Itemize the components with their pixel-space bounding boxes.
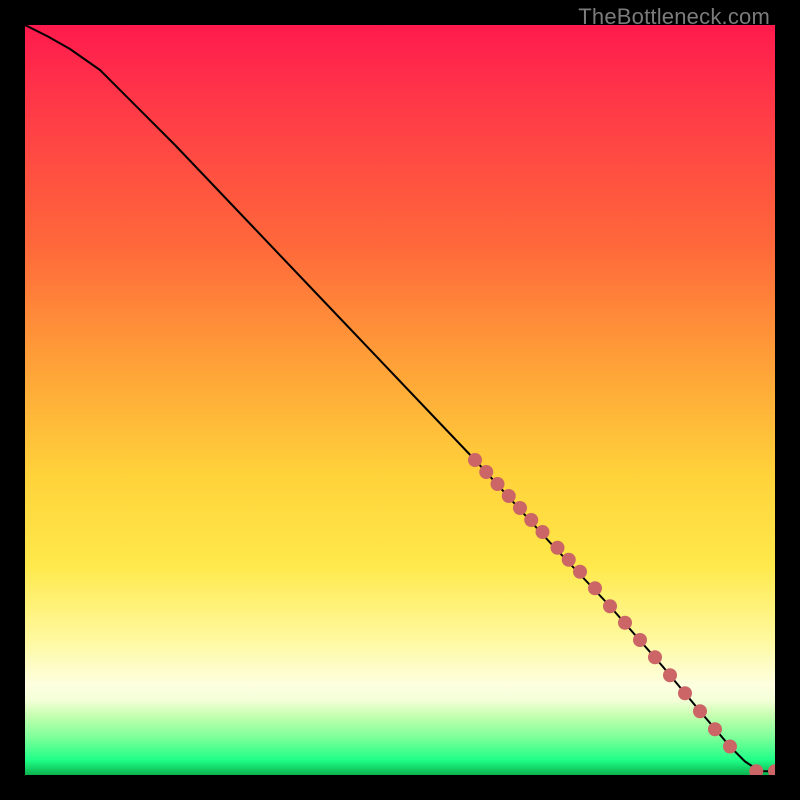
plot-area	[25, 25, 775, 775]
data-points-group	[468, 453, 775, 775]
data-point	[468, 453, 482, 467]
data-point	[723, 740, 737, 754]
data-point	[648, 650, 662, 664]
data-point	[491, 477, 505, 491]
data-point	[502, 489, 516, 503]
data-point	[633, 633, 647, 647]
data-point	[693, 704, 707, 718]
data-point	[551, 541, 565, 555]
data-point	[708, 722, 722, 736]
chart-frame: TheBottleneck.com	[0, 0, 800, 800]
data-point	[603, 599, 617, 613]
data-point	[678, 686, 692, 700]
data-point	[573, 565, 587, 579]
data-point	[618, 616, 632, 630]
chart-svg	[25, 25, 775, 775]
data-point	[479, 465, 493, 479]
data-point	[663, 668, 677, 682]
data-point	[536, 525, 550, 539]
data-point	[768, 764, 775, 775]
data-point	[513, 501, 527, 515]
data-point	[524, 513, 538, 527]
data-point	[588, 581, 602, 595]
bottleneck-curve	[25, 25, 775, 771]
data-point	[562, 553, 576, 567]
